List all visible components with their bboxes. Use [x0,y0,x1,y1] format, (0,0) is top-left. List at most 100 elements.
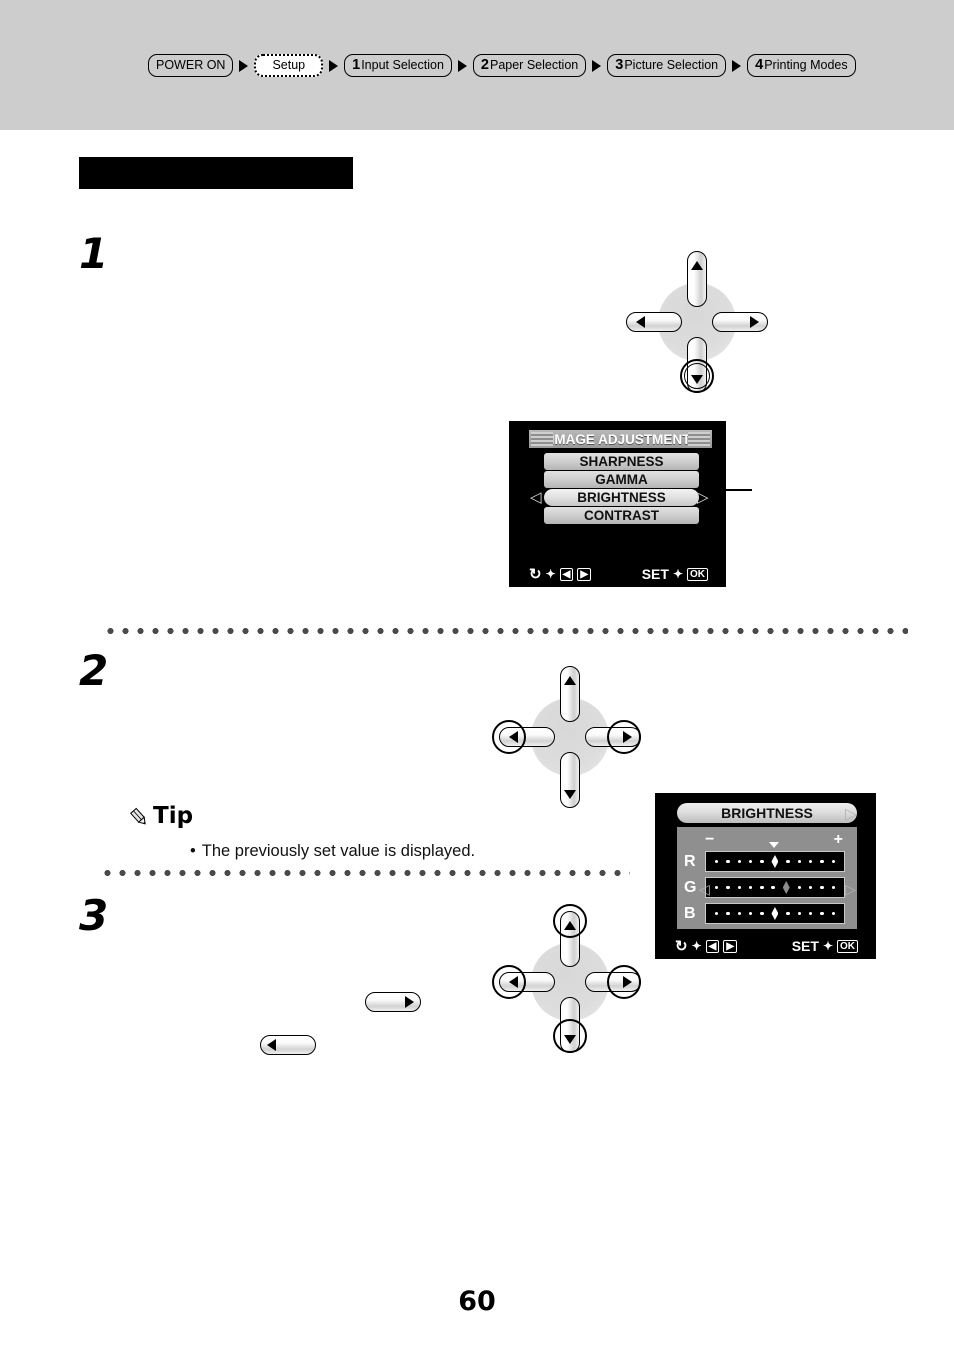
loop-icon: ↻ [675,938,688,955]
triangle-left-icon [508,976,518,988]
slider-tick [820,911,824,916]
slider-track-g [706,881,844,894]
dpad-step-3[interactable] [492,904,645,1057]
section-separator-1 [103,627,908,635]
slider-tick [760,911,764,916]
slider-tick [808,911,813,916]
triangle-right-icon [749,316,759,328]
slider-tick [831,885,835,890]
menu-item-gamma[interactable]: GAMMA [544,471,699,488]
slider-tick [748,911,753,916]
lcd-footer-bar: ↻ ✦ ◀ ▶ SET ✦ OK [657,935,874,957]
step-number-2: 2 [79,646,108,695]
dpad-left-button[interactable] [626,312,682,332]
plus-label: + [833,831,843,848]
channel-label-g: G [684,879,697,896]
breadcrumb: POWER ON Setup 1 Input Selection 2 Paper… [148,54,856,77]
channel-label-b: B [684,905,696,922]
slider-tick [714,911,719,916]
ok-key-icon: OK [687,567,708,581]
slider-tick [786,911,790,916]
slider-tick [820,859,824,864]
slider-tick [748,885,753,890]
tip-bullet: • [190,842,196,860]
dpad-up-button[interactable] [687,251,707,307]
slider-tick [808,885,813,890]
triangle-right-icon [405,996,414,1008]
dpad-down-button[interactable] [560,997,580,1053]
dpad-down-button[interactable] [560,752,580,808]
ok-key-icon: OK [837,939,858,953]
triangle-down-icon [691,374,703,384]
menu-item-brightness[interactable]: BRIGHTNESS [544,489,699,506]
footer-arrow-icon: ✦ [822,939,833,953]
dpad-right-button[interactable] [585,972,641,992]
slider-tick [831,859,835,864]
footer-arrow-icon: ✦ [672,567,683,581]
lcd-footer-bar: ↻ ✦ ◀ ▶ SET ✦ OK [511,563,724,585]
slider-r[interactable] [705,851,845,872]
dpad-step-2[interactable] [492,662,645,812]
lcd-inner: BRIGHTNESS ▷ − + R G ◁ ▷ B ↻ ✦ ◀ ▶ SET ✦… [657,795,874,957]
menu-item-label: GAMMA [595,472,648,487]
chevron-right-icon [237,59,250,73]
chevron-right-icon [456,59,469,73]
minus-label: − [705,831,715,848]
slider-g[interactable] [705,877,845,898]
lcd-title-right-caret-icon: ▷ [845,806,858,823]
step-number-1: 1 [79,229,108,278]
breadcrumb-label: Paper Selection [489,58,579,73]
dpad-step-1[interactable] [622,247,772,397]
menu-item-contrast[interactable]: CONTRAST [544,507,699,524]
inline-right-button[interactable] [365,992,421,1012]
breadcrumb-item-setup[interactable]: Setup [254,54,324,77]
menu-item-sharpness[interactable]: SHARPNESS [544,453,699,470]
breadcrumb-item-printing-modes[interactable]: 4 Printing Modes [747,54,856,77]
inline-left-button[interactable] [260,1035,316,1055]
breadcrumb-label: Setup [272,58,306,73]
slider-tick [737,911,741,916]
triangle-left-icon [267,1039,276,1051]
dpad-up-button[interactable] [560,911,580,967]
left-key-icon: ◀ [705,939,720,953]
dpad-up-button[interactable] [560,666,580,722]
triangle-up-icon [564,675,576,685]
tip-body: • The previously set value is displayed. [190,842,475,861]
lcd-footer-right: SET ✦ OK [642,566,708,582]
slider-track-r [706,855,844,868]
slider-tick [726,859,730,864]
dpad-left-button[interactable] [499,972,555,992]
page-number: 60 [458,1286,496,1317]
tip-title: Tip [153,803,194,829]
slider-tick [760,885,764,890]
triangle-down-icon [564,789,576,799]
channel-label-r: R [684,853,696,870]
slider-marker-b [771,907,779,920]
dpad-left-button[interactable] [499,727,555,747]
set-label: SET [791,938,819,954]
dpad-right-button[interactable] [712,312,768,332]
slider-tick [820,885,824,890]
lcd-footer-left: ↻ ✦ ◀ ▶ [675,937,738,955]
slider-tick [797,859,802,864]
dpad-right-button[interactable] [585,727,641,747]
chevron-right-icon [730,59,743,73]
breadcrumb-item-picture-selection[interactable]: 3 Picture Selection [607,54,727,77]
lcd-screen-brightness: BRIGHTNESS ▷ − + R G ◁ ▷ B ↻ ✦ ◀ ▶ SET ✦… [655,793,876,959]
breadcrumb-number: 2 [480,57,489,74]
breadcrumb-item-input-selection[interactable]: 1 Input Selection [344,54,452,77]
menu-item-label: BRIGHTNESS [577,490,666,505]
breadcrumb-label: Input Selection [361,58,444,73]
slider-right-caret-icon: ▷ [845,881,856,897]
slider-b[interactable] [705,903,845,924]
slider-tick [831,911,835,916]
breadcrumb-number: 3 [615,57,624,74]
dpad-down-button[interactable] [687,337,707,393]
slider-tick [714,885,719,890]
footer-arrow-icon: ✦ [545,567,556,581]
breadcrumb-item-power-on[interactable]: POWER ON [148,54,234,77]
slider-tick [737,859,741,864]
footer-arrow-icon: ✦ [691,939,702,953]
lcd-title: BRIGHTNESS [677,803,857,823]
breadcrumb-item-paper-selection[interactable]: 2 Paper Selection [472,54,587,77]
